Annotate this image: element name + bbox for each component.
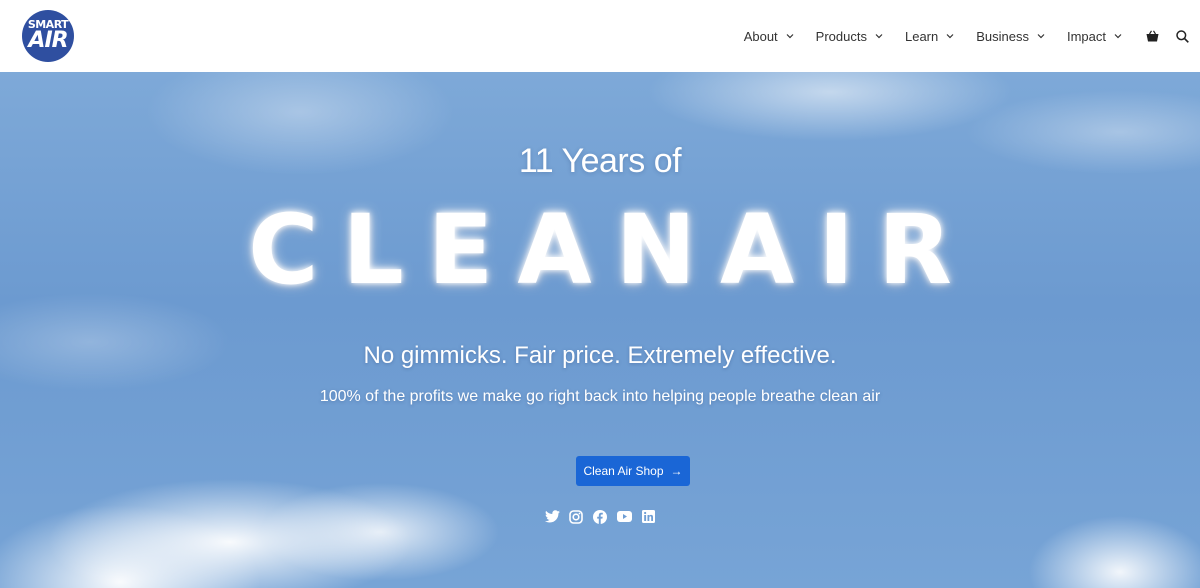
arrow-right-icon: → <box>670 464 683 478</box>
clean-air-shop-button[interactable]: Clean Air Shop → <box>576 456 690 486</box>
nav-business-label: Business <box>976 28 1029 44</box>
chevron-down-icon <box>946 34 954 39</box>
smart-air-logo[interactable]: SMART AIR <box>22 10 74 62</box>
hero-description: 100% of the profits we make go right bac… <box>319 388 881 405</box>
hero-section: 11 Years of CLEANAIR No gimmicks. Fair p… <box>0 72 1200 588</box>
cta-label: Clean Air Shop <box>583 464 664 478</box>
nav-business[interactable]: Business <box>976 29 1045 44</box>
nav-learn[interactable]: Learn <box>905 29 954 44</box>
chevron-down-icon <box>875 34 883 39</box>
nav-products-label: Products <box>815 28 867 44</box>
nav-impact[interactable]: Impact <box>1067 29 1122 44</box>
social-links <box>0 509 1200 524</box>
nav-products[interactable]: Products <box>816 29 883 44</box>
chevron-down-icon <box>786 34 794 39</box>
twitter-icon[interactable] <box>544 509 560 524</box>
logo-line-2: AIR <box>28 27 68 53</box>
site-header: SMART AIR About Products Learn Business … <box>0 0 1200 72</box>
search-icon[interactable] <box>1174 28 1190 44</box>
hero-title: 11 Years of <box>518 142 682 180</box>
nav-about-label: About <box>743 28 778 44</box>
shopping-bag-icon[interactable] <box>1144 28 1160 44</box>
hero-subtitle: No gimmicks. Fair price. Extremely effec… <box>363 342 837 369</box>
chevron-down-icon <box>1114 34 1122 39</box>
nav-impact-label: Impact <box>1066 28 1106 44</box>
youtube-icon[interactable] <box>616 509 632 524</box>
nav-learn-label: Learn <box>904 28 939 44</box>
clean-air-cloud-text: CLEANAIR <box>248 194 976 306</box>
nav-about[interactable]: About <box>744 29 794 44</box>
instagram-icon[interactable] <box>569 509 584 524</box>
linkedin-icon[interactable] <box>641 509 656 524</box>
facebook-icon[interactable] <box>593 509 608 524</box>
main-nav: About Products Learn Business Impact <box>744 0 1200 72</box>
chevron-down-icon <box>1037 34 1045 39</box>
